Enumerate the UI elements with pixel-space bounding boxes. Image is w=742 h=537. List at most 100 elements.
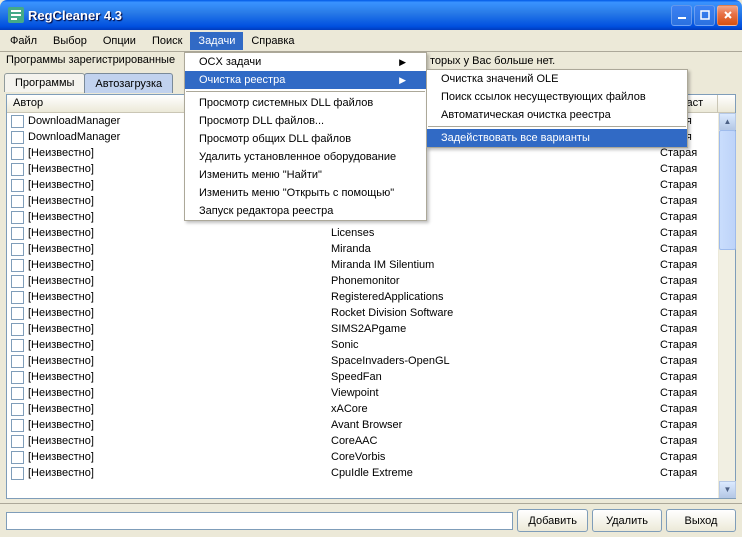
add-button[interactable]: Добавить [517,509,588,532]
menu-help[interactable]: Справка [243,32,302,50]
table-row[interactable]: [Неизвестно]SonicСтарая [7,337,718,353]
tab-programs[interactable]: Программы [4,73,85,92]
remove-button[interactable]: Удалить [592,509,662,532]
submenu-arrow-icon: ▶ [399,75,406,86]
row-author-text: [Неизвестно] [28,355,94,367]
row-checkbox[interactable] [11,291,24,304]
cell-author: [Неизвестно] [7,355,327,368]
row-checkbox[interactable] [11,131,24,144]
bottom-bar: Добавить Удалить Выход [0,503,742,537]
row-checkbox[interactable] [11,419,24,432]
exit-button[interactable]: Выход [666,509,736,532]
row-checkbox[interactable] [11,227,24,240]
menu-options[interactable]: Опции [95,32,144,50]
row-checkbox[interactable] [11,243,24,256]
table-row[interactable]: [Неизвестно]Rocket Division SoftwareСтар… [7,305,718,321]
menu-select[interactable]: Выбор [45,32,95,50]
cell-age: Старая [656,163,718,175]
tab-autostart[interactable]: Автозагрузка [84,73,173,93]
maximize-button[interactable] [694,5,715,26]
table-row[interactable]: [Неизвестно]LicensesСтарая [7,225,718,241]
menu-file[interactable]: Файл [2,32,45,50]
row-checkbox[interactable] [11,195,24,208]
cell-age: Старая [656,339,718,351]
dropdown-item[interactable]: Задействовать все варианты [427,129,687,147]
minimize-button[interactable] [671,5,692,26]
cell-program: Phonemonitor [327,275,656,287]
cell-program: CoreVorbis [327,451,656,463]
cell-age: Старая [656,195,718,207]
cell-age: Старая [656,371,718,383]
row-author-text: [Неизвестно] [28,163,94,175]
dropdown-item-label: Автоматическая очистка реестра [441,109,611,121]
table-row[interactable]: [Неизвестно]CoreAACСтарая [7,433,718,449]
table-row[interactable]: [Неизвестно]Avant BrowserСтарая [7,417,718,433]
row-checkbox[interactable] [11,403,24,416]
vertical-scrollbar[interactable]: ▲ ▼ [718,113,735,498]
dropdown-item-label: Задействовать все варианты [441,132,590,144]
row-checkbox[interactable] [11,115,24,128]
row-author-text: [Неизвестно] [28,291,94,303]
cell-author: [Неизвестно] [7,275,327,288]
row-checkbox[interactable] [11,163,24,176]
cell-age: Старая [656,419,718,431]
cell-author: [Неизвестно] [7,339,327,352]
cell-program: SpeedFan [327,371,656,383]
menu-tasks[interactable]: Задачи [190,32,243,50]
row-checkbox[interactable] [11,339,24,352]
dropdown-item[interactable]: Просмотр DLL файлов... [185,112,426,130]
dropdown-item[interactable]: Автоматическая очистка реестра [427,106,687,124]
row-checkbox[interactable] [11,467,24,480]
cell-age: Старая [656,211,718,223]
row-checkbox[interactable] [11,307,24,320]
row-checkbox[interactable] [11,211,24,224]
dropdown-item[interactable]: Запуск редактора реестра [185,202,426,220]
row-author-text: [Неизвестно] [28,307,94,319]
table-row[interactable]: [Неизвестно]CpuIdle ExtremeСтарая [7,465,718,481]
dropdown-item[interactable]: Удалить установленное оборудование [185,148,426,166]
table-row[interactable]: [Неизвестно]CoreVorbisСтарая [7,449,718,465]
row-checkbox[interactable] [11,259,24,272]
cell-author: [Неизвестно] [7,243,327,256]
table-row[interactable]: [Неизвестно]Miranda IM SilentiumСтарая [7,257,718,273]
dropdown-item[interactable]: Очистка значений OLE [427,70,687,88]
dropdown-item[interactable]: Изменить меню "Открыть с помощью" [185,184,426,202]
menu-search[interactable]: Поиск [144,32,190,50]
table-row[interactable]: [Неизвестно]SIMS2APgameСтарая [7,321,718,337]
column-scroll-spacer [718,95,735,112]
row-checkbox[interactable] [11,371,24,384]
row-checkbox[interactable] [11,147,24,160]
table-row[interactable]: [Неизвестно]xACoreСтарая [7,401,718,417]
cell-program: SIMS2APgame [327,323,656,335]
registry-clean-submenu: Очистка значений OLEПоиск ссылок несущес… [426,69,688,148]
table-row[interactable]: [Неизвестно]MirandaСтарая [7,241,718,257]
row-checkbox[interactable] [11,355,24,368]
table-row[interactable]: [Неизвестно]ViewpointСтарая [7,385,718,401]
table-row[interactable]: [Неизвестно]SpeedFanСтарая [7,369,718,385]
cell-author: [Неизвестно] [7,371,327,384]
cell-age: Старая [656,403,718,415]
dropdown-item[interactable]: Просмотр системных DLL файлов [185,94,426,112]
dropdown-item[interactable]: Изменить меню "Найти" [185,166,426,184]
scroll-up-arrow-icon[interactable]: ▲ [719,113,736,130]
cell-author: [Неизвестно] [7,435,327,448]
row-checkbox[interactable] [11,179,24,192]
dropdown-item[interactable]: Поиск ссылок несуществующих файлов [427,88,687,106]
window-controls [671,5,738,26]
row-checkbox[interactable] [11,435,24,448]
close-button[interactable] [717,5,738,26]
row-author-text: [Неизвестно] [28,323,94,335]
table-row[interactable]: [Неизвестно]SpaceInvaders-OpenGLСтарая [7,353,718,369]
row-checkbox[interactable] [11,275,24,288]
row-checkbox[interactable] [11,451,24,464]
row-checkbox[interactable] [11,387,24,400]
table-row[interactable]: [Неизвестно]PhonemonitorСтарая [7,273,718,289]
scroll-thumb[interactable] [719,130,736,250]
cell-program: CoreAAC [327,435,656,447]
table-row[interactable]: [Неизвестно]RegisteredApplicationsСтарая [7,289,718,305]
dropdown-item[interactable]: Просмотр общих DLL файлов [185,130,426,148]
row-checkbox[interactable] [11,323,24,336]
dropdown-item[interactable]: Очистка реестра▶ [185,71,426,89]
dropdown-item[interactable]: OCX задачи▶ [185,53,426,71]
scroll-down-arrow-icon[interactable]: ▼ [719,481,736,498]
